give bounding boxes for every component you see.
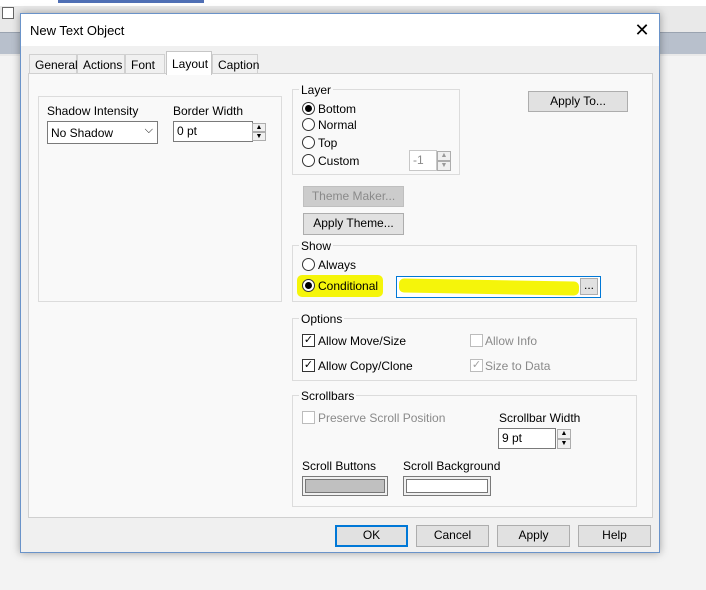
layer-top-radio[interactable] xyxy=(302,136,315,149)
apply-button[interactable]: Apply xyxy=(497,525,570,547)
tab-actions[interactable]: Actions xyxy=(77,54,125,74)
allow-move-size-label: Allow Move/Size xyxy=(318,334,407,348)
tab-caption[interactable]: Caption xyxy=(212,54,259,74)
scroll-background-color-button[interactable] xyxy=(403,476,491,496)
new-text-object-dialog: New Text Object ✕ General Actions Font L… xyxy=(20,13,660,553)
shadow-intensity-value: No Shadow xyxy=(51,126,114,140)
tab-layout[interactable]: Layout xyxy=(166,51,212,75)
allow-info-label: Allow Info xyxy=(485,334,538,348)
show-group-label: Show xyxy=(299,239,334,253)
size-to-data-label: Size to Data xyxy=(485,359,551,373)
tab-general[interactable]: General xyxy=(29,54,78,74)
dialog-title: New Text Object xyxy=(30,23,125,38)
shadow-intensity-label: Shadow Intensity xyxy=(47,104,139,118)
options-group-label: Options xyxy=(299,312,345,326)
layer-custom-label: Custom xyxy=(318,154,360,168)
layer-bottom-label: Bottom xyxy=(318,102,357,116)
scrollbar-width-label: Scrollbar Width xyxy=(499,411,581,425)
layer-custom-spin-down-icon[interactable]: ▼ xyxy=(437,161,451,171)
layer-custom-radio[interactable] xyxy=(302,154,315,167)
allow-copy-clone-label: Allow Copy/Clone xyxy=(318,359,413,373)
layer-normal-label: Normal xyxy=(318,118,357,132)
size-to-data-checkbox[interactable]: ✓ xyxy=(470,359,483,372)
title-bar: New Text Object ✕ xyxy=(21,14,659,46)
show-conditional-radio[interactable] xyxy=(302,279,315,292)
help-button[interactable]: Help xyxy=(578,525,651,547)
apply-theme-button[interactable]: Apply Theme... xyxy=(303,213,404,235)
layer-top-label: Top xyxy=(318,136,338,150)
border-width-spin-up-icon[interactable]: ▲ xyxy=(252,123,266,132)
layer-custom-value: -1 xyxy=(413,153,424,167)
shadow-intensity-select[interactable]: No Shadow ⌵ xyxy=(47,121,158,144)
scrollbar-width-spin-up-icon[interactable]: ▲ xyxy=(557,429,571,439)
scrollbars-group-label: Scrollbars xyxy=(299,389,357,403)
scroll-background-swatch xyxy=(406,479,488,493)
border-width-value: 0 pt xyxy=(177,124,198,138)
redacted-highlight xyxy=(398,278,580,296)
show-always-label: Always xyxy=(318,258,357,272)
layer-custom-spin-up-icon[interactable]: ▲ xyxy=(437,151,451,161)
scroll-background-label: Scroll Background xyxy=(403,459,501,473)
allow-info-checkbox[interactable] xyxy=(470,334,483,347)
show-conditional-label: Conditional xyxy=(318,279,379,293)
layout-panel: Shadow Intensity No Shadow ⌵ Border Widt… xyxy=(28,73,653,518)
condition-expression-field[interactable] xyxy=(396,276,601,298)
layer-bottom-radio[interactable] xyxy=(302,102,315,115)
layer-normal-radio[interactable] xyxy=(302,118,315,131)
theme-maker-button[interactable]: Theme Maker... xyxy=(303,186,404,207)
scroll-buttons-label: Scroll Buttons xyxy=(302,459,377,473)
edit-icon[interactable] xyxy=(2,7,14,19)
scrollbar-width-field[interactable]: 9 pt xyxy=(498,428,556,449)
border-width-spin-down-icon[interactable]: ▼ xyxy=(252,132,266,141)
border-width-field[interactable]: 0 pt xyxy=(173,121,253,142)
condition-ellipsis-button[interactable]: ... xyxy=(580,278,598,295)
apply-to-button[interactable]: Apply To... xyxy=(528,91,628,112)
layer-group-label: Layer xyxy=(299,83,334,97)
show-always-radio[interactable] xyxy=(302,258,315,271)
cancel-button[interactable]: Cancel xyxy=(416,525,489,547)
preserve-scroll-position-label: Preserve Scroll Position xyxy=(318,411,446,425)
chevron-down-icon: ⌵ xyxy=(144,124,153,136)
allow-move-size-checkbox[interactable]: ✓ xyxy=(302,334,315,347)
layer-custom-field[interactable]: -1 xyxy=(409,150,437,171)
border-width-label: Border Width xyxy=(173,104,244,118)
allow-copy-clone-checkbox[interactable]: ✓ xyxy=(302,359,315,372)
background-tab-indicator xyxy=(58,0,204,3)
tab-font[interactable]: Font xyxy=(125,54,165,74)
ok-button[interactable]: OK xyxy=(335,525,408,547)
scrollbar-width-value: 9 pt xyxy=(502,431,523,445)
scroll-buttons-color-button[interactable] xyxy=(302,476,388,496)
preserve-scroll-position-checkbox[interactable] xyxy=(302,411,315,424)
scrollbar-width-spin-down-icon[interactable]: ▼ xyxy=(557,439,571,449)
scroll-buttons-swatch xyxy=(305,479,385,493)
close-icon[interactable]: ✕ xyxy=(631,19,653,41)
